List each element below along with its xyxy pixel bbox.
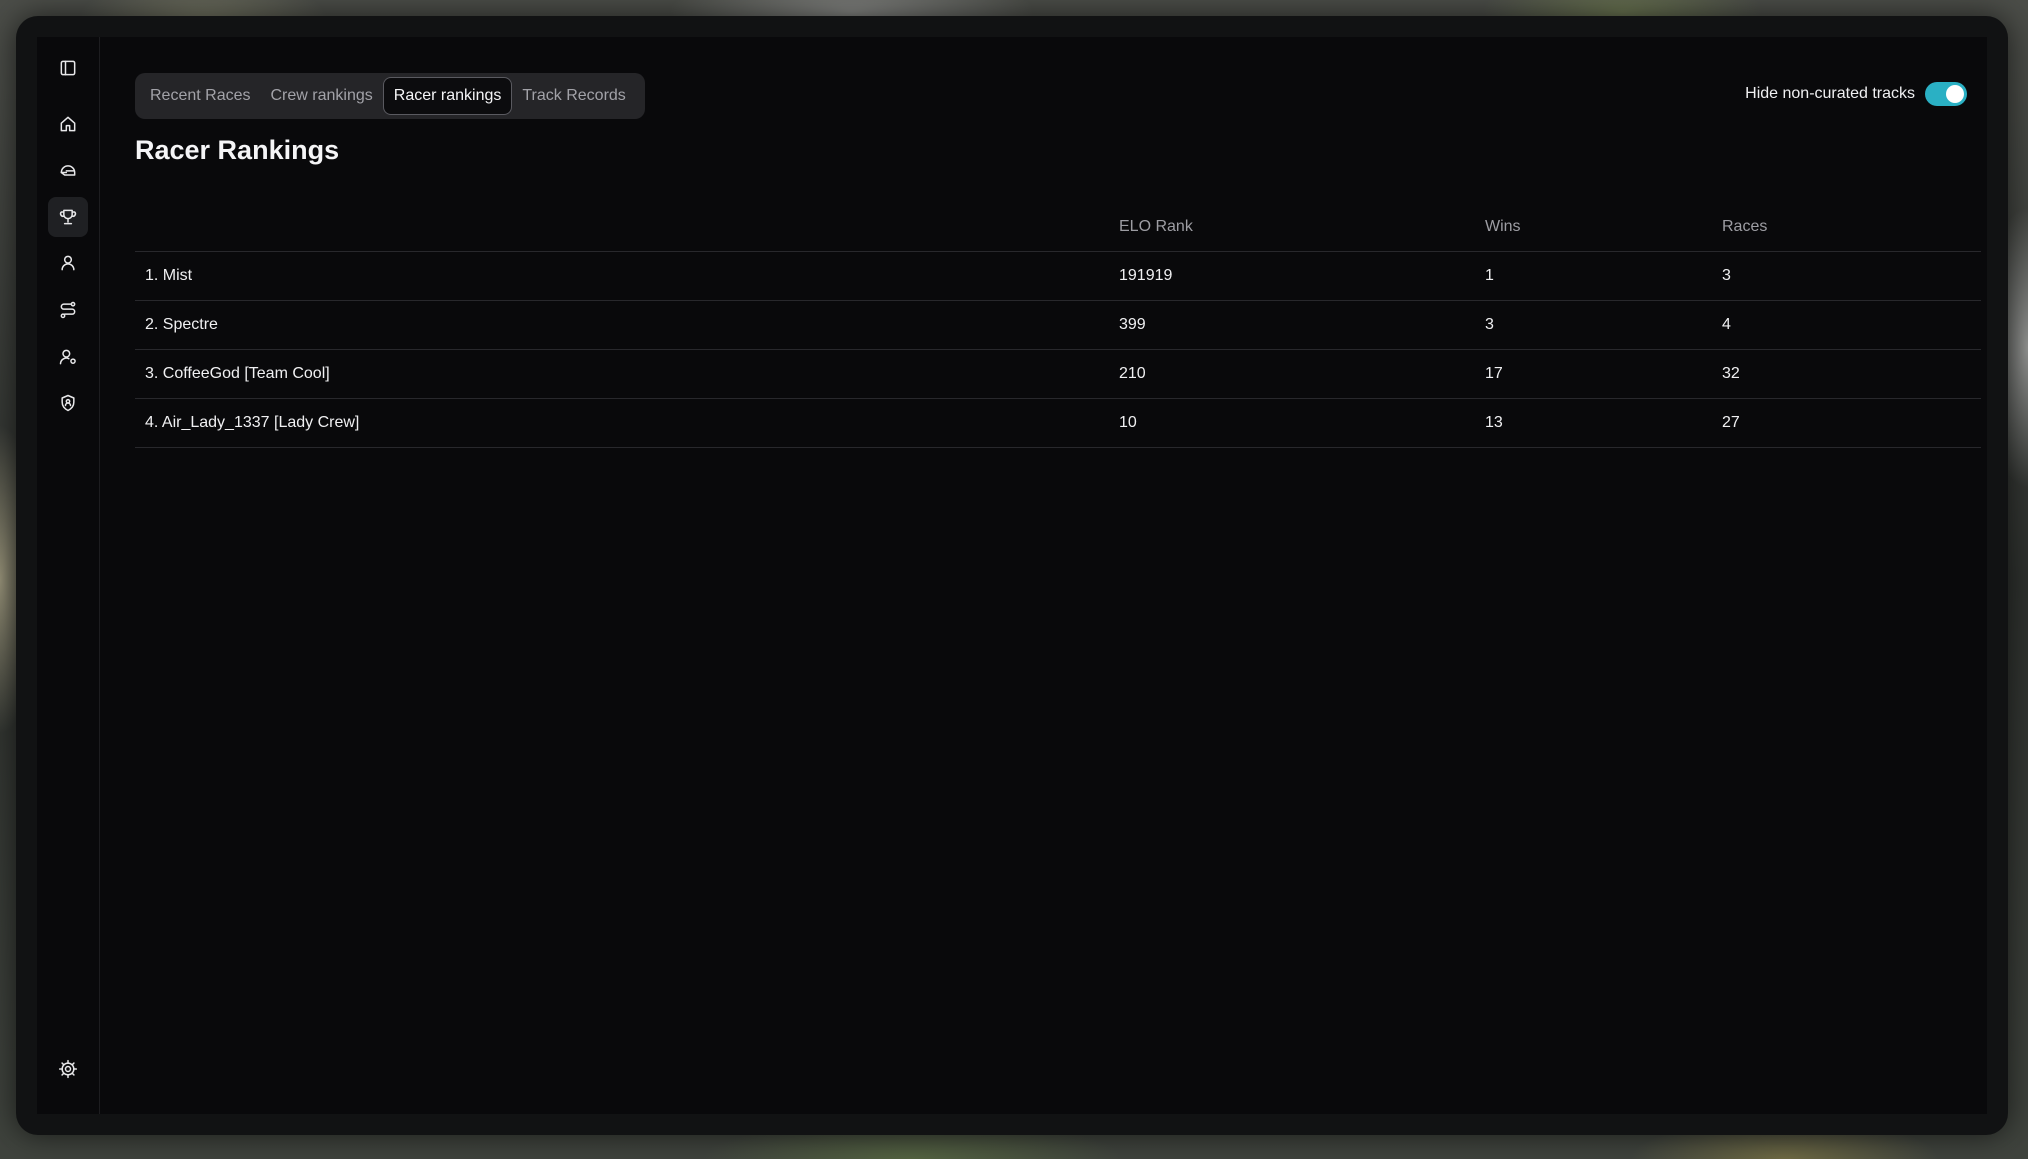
racer-name: 2. Spectre: [145, 316, 218, 333]
column-header-elo: ELO Rank: [1119, 218, 1193, 235]
races-count: 3: [1722, 267, 1731, 284]
route-icon: [60, 301, 76, 319]
sidebar-item-tracks[interactable]: [48, 290, 88, 330]
tab-racer-rankings[interactable]: Racer rankings: [382, 77, 513, 115]
column-header-wins: Wins: [1485, 218, 1521, 235]
home-icon: [60, 116, 76, 132]
elo-rank: 399: [1119, 316, 1146, 333]
racer-name: 3. CoffeeGod [Team Cool]: [145, 365, 330, 382]
app-window: Recent Races Crew rankings Racer ranking…: [16, 16, 2008, 1135]
trophy-icon: [59, 209, 77, 225]
tab-bar: Recent Races Crew rankings Racer ranking…: [135, 73, 645, 119]
shield-icon: [61, 394, 75, 412]
rankings-table: ELO Rank Wins Races 1. Mist 191919 1 3 2…: [135, 203, 1981, 448]
helmet-icon: [60, 165, 76, 176]
sidebar-item-rankings[interactable]: [48, 197, 88, 237]
races-count: 27: [1722, 414, 1740, 431]
sidebar-item-home[interactable]: [48, 104, 88, 144]
toggle-knob: [1946, 85, 1964, 103]
racer-name: 1. Mist: [145, 267, 193, 284]
sidebar-toggle-button[interactable]: [48, 48, 88, 88]
sidebar-item-profile[interactable]: [48, 243, 88, 283]
user-icon: [61, 255, 75, 271]
sidebar-item-settings[interactable]: [48, 1049, 88, 1089]
sidebar-item-races[interactable]: [48, 150, 88, 190]
tab-track-records[interactable]: Track Records: [512, 77, 635, 115]
racer-name: 4. Air_Lady_1337 [Lady Crew]: [145, 414, 360, 431]
races-count: 32: [1722, 365, 1740, 382]
table-row[interactable]: 3. CoffeeGod [Team Cool] 210 17 32: [135, 350, 1981, 399]
sidebar: [37, 37, 100, 1114]
hide-non-curated-toggle[interactable]: [1925, 82, 1967, 106]
page-title: Racer Rankings: [135, 135, 340, 165]
column-header-races: Races: [1722, 218, 1768, 235]
sidebar-item-crew[interactable]: [48, 337, 88, 377]
curated-filter: Hide non-curated tracks: [1745, 82, 1967, 106]
wins-count: 13: [1485, 414, 1503, 431]
toggle-label: Hide non-curated tracks: [1745, 85, 1915, 102]
races-count: 4: [1722, 316, 1731, 333]
wins-count: 1: [1485, 267, 1494, 284]
tab-crew-rankings[interactable]: Crew rankings: [261, 77, 383, 115]
wins-count: 17: [1485, 365, 1503, 382]
sidebar-item-admin[interactable]: [48, 383, 88, 423]
sidebar-toggle-icon: [60, 60, 76, 76]
elo-rank: 191919: [1119, 267, 1173, 284]
table-row[interactable]: 2. Spectre 399 3 4: [135, 301, 1981, 350]
table-row[interactable]: 1. Mist 191919 1 3: [135, 252, 1981, 301]
table-header: ELO Rank Wins Races: [135, 203, 1981, 252]
main-panel: Recent Races Crew rankings Racer ranking…: [135, 37, 1987, 1114]
user-settings-icon: [59, 349, 76, 365]
app-content: Recent Races Crew rankings Racer ranking…: [37, 37, 1987, 1114]
tab-recent-races[interactable]: Recent Races: [140, 77, 261, 115]
elo-rank: 210: [1119, 365, 1146, 382]
gear-icon: [58, 1059, 78, 1079]
wins-count: 3: [1485, 316, 1494, 333]
elo-rank: 10: [1119, 414, 1137, 431]
table-row[interactable]: 4. Air_Lady_1337 [Lady Crew] 10 13 27: [135, 399, 1981, 448]
